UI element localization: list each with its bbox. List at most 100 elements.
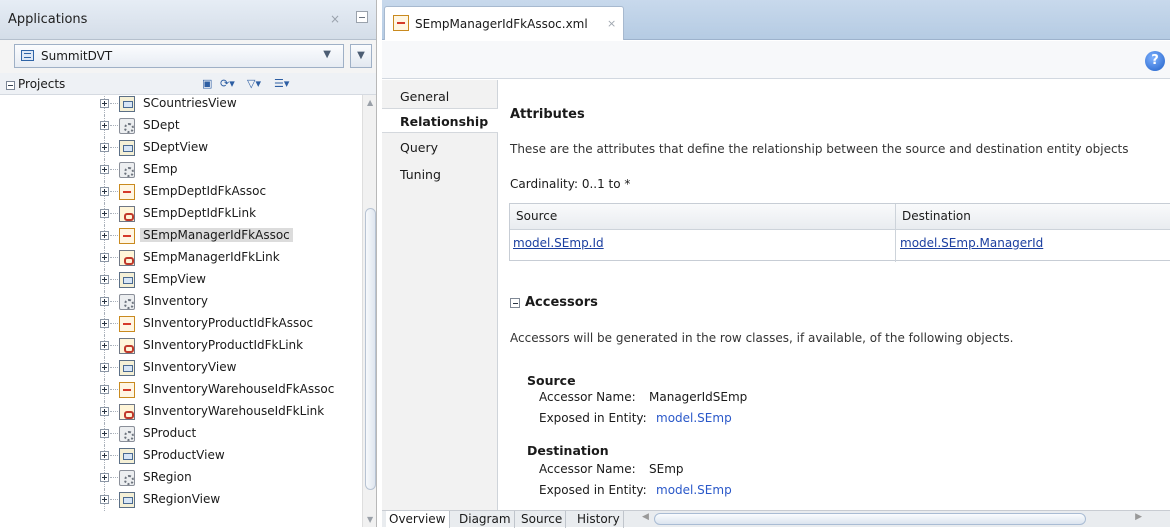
tree-connector bbox=[110, 433, 118, 434]
options-icon[interactable]: ☰▾ bbox=[274, 77, 289, 92]
scroll-down-icon[interactable]: ▼ bbox=[367, 515, 373, 524]
tree-item[interactable]: SEmpDeptIdFkAssoc bbox=[0, 181, 362, 203]
expand-icon[interactable] bbox=[100, 187, 109, 196]
expand-icon[interactable] bbox=[100, 363, 109, 372]
expand-icon[interactable] bbox=[100, 407, 109, 416]
help-icon[interactable]: ? bbox=[1145, 51, 1165, 71]
expand-icon[interactable] bbox=[100, 253, 109, 262]
chevron-down-icon: ▼ bbox=[323, 49, 331, 60]
tree-item[interactable]: SRegion bbox=[0, 467, 362, 489]
collapse-icon[interactable] bbox=[510, 298, 520, 308]
entity-object-icon bbox=[119, 426, 135, 442]
tree-item[interactable]: SInventoryProductIdFkAssoc bbox=[0, 313, 362, 335]
tree-item-label: SEmpView bbox=[143, 272, 206, 286]
tree-item[interactable]: SEmpManagerIdFkLink bbox=[0, 247, 362, 269]
view-object-icon bbox=[119, 448, 135, 464]
expand-icon[interactable] bbox=[100, 297, 109, 306]
expand-icon[interactable] bbox=[100, 165, 109, 174]
view-object-icon bbox=[119, 140, 135, 156]
tree-connector bbox=[110, 191, 118, 192]
nav-item-tuning[interactable]: Tuning bbox=[382, 162, 498, 187]
application-select-value: SummitDVT bbox=[41, 49, 113, 63]
application-select[interactable]: SummitDVT ▼ bbox=[14, 44, 344, 68]
tree-item-label: SEmp bbox=[143, 162, 178, 176]
tree-item[interactable]: SRegionView bbox=[0, 489, 362, 511]
tree-item[interactable]: SEmp bbox=[0, 159, 362, 181]
nav-item-query[interactable]: Query bbox=[382, 135, 498, 160]
source-exposed-link[interactable]: model.SEmp bbox=[656, 411, 732, 425]
tab-history[interactable]: History bbox=[574, 511, 624, 528]
scroll-up-icon[interactable]: ▲ bbox=[367, 98, 373, 107]
editor-tab-bar: SEmpManagerIdFkAssoc.xml × bbox=[382, 0, 1170, 40]
tab-source[interactable]: Source bbox=[518, 511, 567, 528]
tree-item[interactable]: SInventoryWarehouseIdFkAssoc bbox=[0, 379, 362, 401]
entity-object-icon bbox=[119, 294, 135, 310]
tree-item-label: SEmpDeptIdFkLink bbox=[143, 206, 257, 220]
collapse-icon[interactable] bbox=[6, 81, 15, 90]
expand-icon[interactable] bbox=[100, 143, 109, 152]
refresh-icon[interactable]: ⟳▾ bbox=[220, 77, 235, 92]
tree-item[interactable]: SProductView bbox=[0, 445, 362, 467]
scroll-right-icon[interactable]: ▶ bbox=[1135, 512, 1142, 522]
expand-icon[interactable] bbox=[100, 99, 109, 108]
filter-icon[interactable]: ▽▾ bbox=[247, 77, 261, 92]
scroll-thumb[interactable] bbox=[654, 513, 1086, 525]
minimize-icon[interactable] bbox=[356, 11, 368, 23]
tree-item-label: SProduct bbox=[143, 426, 197, 440]
expand-icon[interactable] bbox=[100, 275, 109, 284]
application-icon bbox=[21, 50, 34, 61]
expand-icon[interactable] bbox=[100, 495, 109, 504]
tree-item[interactable]: SEmpView bbox=[0, 269, 362, 291]
expand-icon[interactable] bbox=[100, 473, 109, 482]
expand-icon[interactable] bbox=[100, 451, 109, 460]
view-link-icon bbox=[119, 338, 135, 354]
application-menu-button[interactable]: ▼ bbox=[350, 44, 372, 68]
file-tab[interactable]: SEmpManagerIdFkAssoc.xml × bbox=[384, 6, 624, 40]
tree-connector bbox=[110, 279, 118, 280]
tree-item-label: SEmpManagerIdFkLink bbox=[143, 250, 280, 264]
destination-exposed-link[interactable]: model.SEmp bbox=[656, 483, 732, 497]
applications-title: Applications bbox=[8, 12, 88, 27]
horizontal-scrollbar[interactable]: ◀ ▶ bbox=[642, 512, 1142, 525]
sync-icon[interactable]: ▣ bbox=[202, 77, 212, 92]
expand-icon[interactable] bbox=[100, 231, 109, 240]
close-icon[interactable]: × bbox=[330, 12, 340, 26]
tree-connector bbox=[110, 477, 118, 478]
expand-icon[interactable] bbox=[100, 429, 109, 438]
tree-item[interactable]: SEmpDeptIdFkLink bbox=[0, 203, 362, 225]
tree-item[interactable]: SDept bbox=[0, 115, 362, 137]
scroll-left-icon[interactable]: ◀ bbox=[642, 512, 649, 522]
tree-item-label: SRegionView bbox=[143, 492, 221, 506]
entity-object-icon bbox=[119, 470, 135, 486]
expand-icon[interactable] bbox=[100, 209, 109, 218]
tree-item-label: SDeptView bbox=[143, 140, 209, 154]
source-attribute-link[interactable]: model.SEmp.Id bbox=[513, 236, 604, 250]
expand-icon[interactable] bbox=[100, 385, 109, 394]
tree-connector bbox=[110, 213, 118, 214]
expand-icon[interactable] bbox=[100, 121, 109, 130]
expand-icon[interactable] bbox=[100, 319, 109, 328]
tree-item[interactable]: SInventoryWarehouseIdFkLink bbox=[0, 401, 362, 423]
nav-item-relationship[interactable]: Relationship bbox=[382, 108, 498, 133]
tree-item[interactable]: SProduct bbox=[0, 423, 362, 445]
expand-icon[interactable] bbox=[100, 341, 109, 350]
scroll-thumb[interactable] bbox=[365, 208, 376, 490]
view-object-icon bbox=[119, 272, 135, 288]
tree-item[interactable]: SDeptView bbox=[0, 137, 362, 159]
tree-item[interactable]: SEmpManagerIdFkAssoc bbox=[0, 225, 362, 247]
nav-item-general[interactable]: General bbox=[382, 84, 498, 109]
destination-attribute-link[interactable]: model.SEmp.ManagerId bbox=[900, 236, 1043, 250]
projects-label: Projects bbox=[18, 77, 66, 91]
tab-diagram[interactable]: Diagram bbox=[456, 511, 515, 528]
tab-overview[interactable]: Overview bbox=[386, 511, 450, 528]
tree-item[interactable]: SInventoryView bbox=[0, 357, 362, 379]
tree-item[interactable]: SInventory bbox=[0, 291, 362, 313]
close-icon[interactable]: × bbox=[607, 17, 616, 30]
tree-item-label: SRegion bbox=[143, 470, 192, 484]
entity-object-icon bbox=[119, 118, 135, 134]
tree-item[interactable]: SInventoryProductIdFkLink bbox=[0, 335, 362, 357]
tree-item[interactable]: SCountriesView bbox=[0, 95, 362, 115]
tree-scrollbar[interactable]: ▲ ▼ bbox=[362, 95, 376, 527]
tree-item-label: SInventoryProductIdFkAssoc bbox=[143, 316, 314, 330]
editor-panel: SEmpManagerIdFkAssoc.xml × ? General Rela… bbox=[382, 0, 1170, 528]
